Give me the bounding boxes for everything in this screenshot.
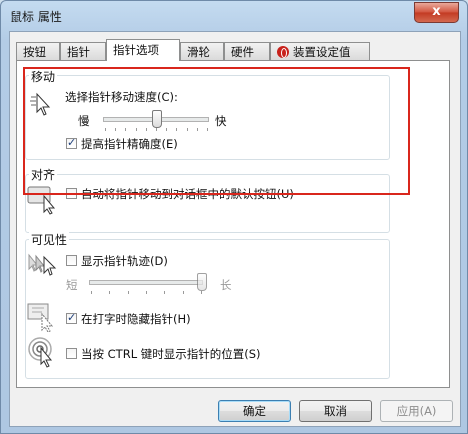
tab-label: 指针 bbox=[67, 45, 90, 59]
pointer-trails-checkbox[interactable] bbox=[66, 255, 77, 266]
pointer-trails-label: 显示指针轨迹(D) bbox=[81, 254, 168, 268]
tab-label: 按钮 bbox=[23, 45, 46, 59]
synaptics-icon bbox=[277, 46, 289, 58]
tab-label: 滑轮 bbox=[187, 45, 210, 59]
annotation-highlight-box bbox=[23, 67, 410, 195]
tab-wheel[interactable]: 滑轮 bbox=[180, 42, 224, 60]
tab-pointers[interactable]: 指针 bbox=[60, 42, 106, 60]
tab-device-settings[interactable]: 装置设定值 bbox=[270, 42, 370, 60]
show-location-ctrl-label: 当按 CTRL 键时显示指针的位置(S) bbox=[81, 347, 261, 361]
apply-button[interactable]: 应用(A) bbox=[380, 400, 453, 422]
trails-slider-track[interactable] bbox=[89, 280, 203, 285]
ok-button[interactable]: 确定 bbox=[218, 400, 291, 422]
show-location-ctrl-checkbox[interactable] bbox=[66, 348, 77, 359]
title-bar[interactable]: 鼠标 属性 x bbox=[1, 1, 467, 31]
tab-pointer-options[interactable]: 指针选项 bbox=[106, 39, 180, 61]
tab-label: 指针选项 bbox=[113, 43, 159, 57]
cancel-button[interactable]: 取消 bbox=[299, 400, 372, 422]
pointer-trails-icon bbox=[28, 253, 57, 276]
trails-long-label: 长 bbox=[220, 278, 232, 292]
slider-tick bbox=[201, 291, 202, 294]
tab-hardware[interactable]: 硬件 bbox=[224, 42, 270, 60]
show-location-ctrl-icon bbox=[28, 337, 53, 368]
slider-tick bbox=[91, 291, 92, 294]
slider-tick bbox=[183, 291, 184, 294]
tab-label: 硬件 bbox=[231, 45, 254, 59]
mouse-properties-window: 鼠标 属性 x 按钮 指针 指针选项 滑轮 硬件 装置设定值 移动 选择指针移动… bbox=[0, 0, 468, 434]
close-button[interactable]: x bbox=[414, 2, 459, 23]
hide-while-typing-label: 在打字时隐藏指针(H) bbox=[81, 312, 191, 326]
hide-while-typing-icon bbox=[27, 303, 54, 332]
dialog-body: 按钮 指针 指针选项 滑轮 硬件 装置设定值 移动 选择指针移动速度(C): 慢… bbox=[9, 31, 461, 427]
visibility-group-title: 可见性 bbox=[29, 231, 70, 248]
slider-tick bbox=[146, 291, 147, 294]
slider-tick bbox=[128, 291, 129, 294]
window-title: 鼠标 属性 bbox=[10, 10, 62, 24]
trails-slider-thumb[interactable] bbox=[197, 273, 207, 291]
trails-short-label: 短 bbox=[66, 278, 78, 292]
tab-buttons[interactable]: 按钮 bbox=[16, 42, 60, 60]
hide-while-typing-checkbox[interactable] bbox=[66, 311, 77, 324]
tab-label: 装置设定值 bbox=[293, 45, 351, 59]
slider-tick bbox=[164, 291, 165, 294]
slider-tick bbox=[109, 291, 110, 294]
